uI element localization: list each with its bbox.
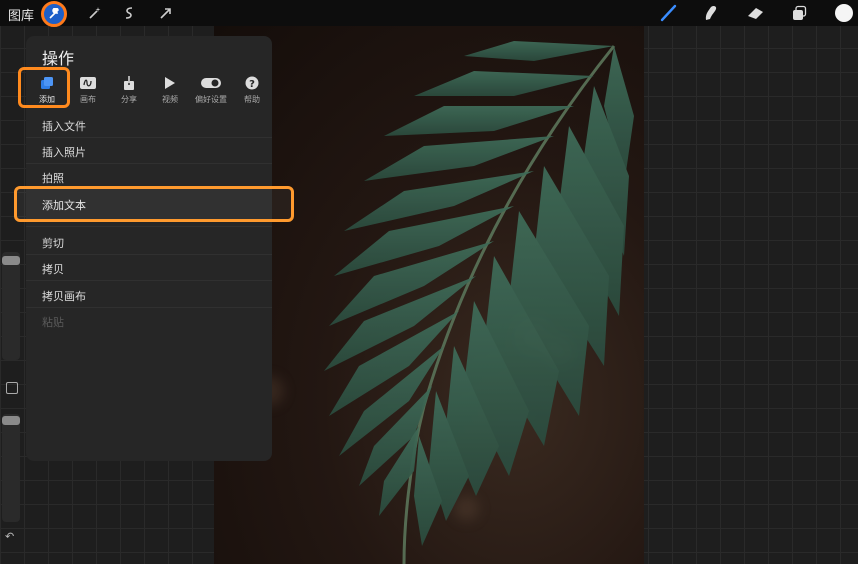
svg-text:?: ?	[249, 79, 255, 90]
layers-icon	[793, 5, 807, 20]
tab-canvas[interactable]: 画布	[68, 74, 108, 105]
tab-video[interactable]: 视频	[150, 74, 190, 105]
transform-arrow-icon	[160, 8, 171, 19]
undo-icon[interactable]: ↶	[5, 530, 14, 543]
eraser-icon	[748, 8, 763, 19]
modify-button[interactable]	[6, 382, 18, 394]
menu-item-copy-canvas[interactable]: 拷贝画布	[42, 288, 86, 304]
left-sidebar: ↶	[0, 246, 24, 564]
divider	[26, 307, 272, 308]
menu-item-copy[interactable]: 拷贝	[42, 261, 64, 277]
share-icon	[124, 75, 134, 90]
menu-item-cut[interactable]: 剪切	[42, 235, 64, 251]
menu-item-insert-photo[interactable]: 插入照片	[42, 144, 86, 160]
menu-item-paste: 粘贴	[42, 316, 64, 329]
brush-size-slider[interactable]	[2, 252, 20, 360]
transform-button[interactable]	[155, 2, 177, 24]
opacity-slider[interactable]	[2, 414, 20, 522]
selection-icon	[125, 7, 133, 19]
smudge-icon	[705, 5, 717, 20]
eraser-button[interactable]	[745, 2, 767, 24]
color-icon[interactable]	[835, 4, 853, 22]
divider	[26, 280, 272, 281]
brush-size-handle[interactable]	[2, 256, 20, 265]
panel-title: 操作	[42, 49, 75, 68]
smudge-button[interactable]	[700, 2, 722, 24]
divider	[26, 254, 272, 255]
adjustments-button[interactable]	[84, 2, 106, 24]
top-toolbar: 图库	[0, 0, 858, 27]
actions-tabs: 添加 画布 分享 视频 偏好设置 ? 帮助	[36, 74, 268, 104]
menu-item-add-text[interactable]: 添加文本	[42, 197, 86, 213]
magic-wand-icon	[89, 7, 101, 19]
tab-share[interactable]: 分享	[109, 74, 149, 105]
divider	[26, 226, 272, 227]
menu-item-take-photo[interactable]: 拍照	[42, 170, 64, 186]
layers-button[interactable]	[788, 2, 810, 24]
fern-photo[interactable]	[214, 26, 644, 564]
menu-item-insert-file[interactable]: 插入文件	[42, 118, 86, 134]
brush-button[interactable]	[658, 2, 680, 24]
gallery-button[interactable]: 图库	[8, 5, 34, 24]
actions-button[interactable]	[41, 1, 67, 27]
add-tab-highlight	[18, 67, 70, 108]
wrench-icon	[49, 8, 59, 19]
canvas-icon	[80, 77, 96, 89]
opacity-handle[interactable]	[2, 416, 20, 425]
toggle-icon	[201, 78, 221, 88]
video-play-icon	[165, 77, 175, 89]
help-icon: ?	[245, 76, 259, 90]
tab-help[interactable]: ? 帮助	[232, 74, 272, 105]
fern-leaf-image	[324, 41, 634, 564]
brush-icon	[660, 4, 677, 22]
selection-button[interactable]	[118, 2, 140, 24]
divider	[26, 137, 272, 138]
tab-preferences[interactable]: 偏好设置	[191, 74, 231, 105]
divider	[26, 163, 272, 164]
